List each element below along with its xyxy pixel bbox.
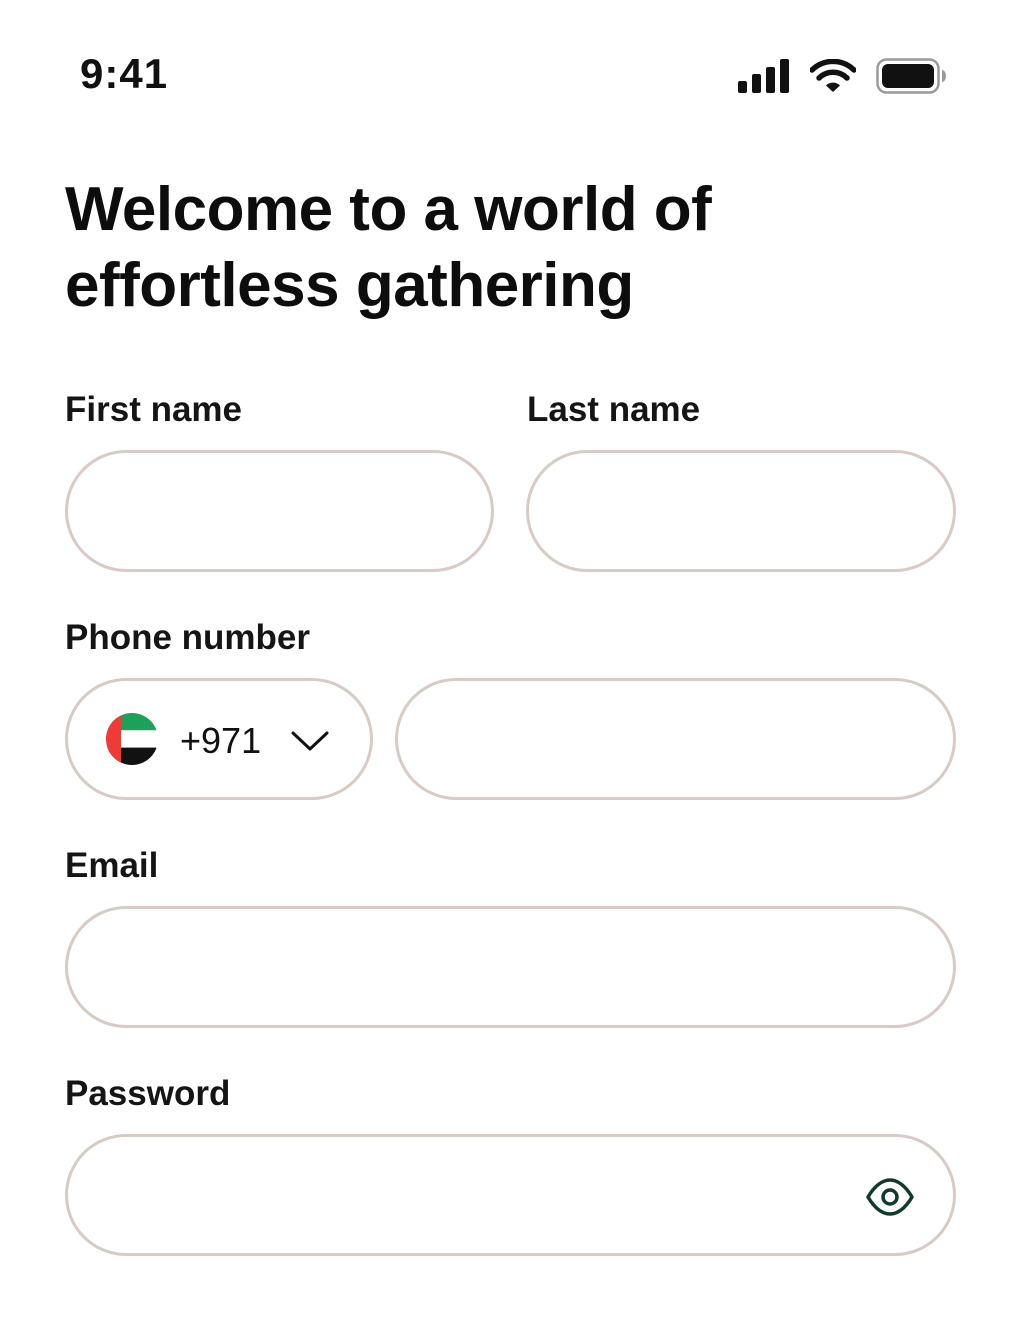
- last-name-input[interactable]: [569, 453, 913, 569]
- page-title: Welcome to a world of effortless gatheri…: [65, 175, 712, 320]
- wifi-icon: [810, 59, 856, 92]
- last-name-label: Last name: [527, 390, 701, 429]
- email-field[interactable]: [65, 906, 956, 1028]
- first-name-field[interactable]: [65, 450, 494, 572]
- email-label: Email: [65, 846, 159, 885]
- email-input[interactable]: [108, 909, 913, 1025]
- password-field[interactable]: [65, 1134, 956, 1256]
- first-name-input[interactable]: [108, 453, 451, 569]
- eye-icon[interactable]: [865, 1175, 915, 1219]
- chevron-down-icon: [291, 731, 329, 751]
- country-code-selector[interactable]: +971: [65, 678, 373, 800]
- first-name-label: First name: [65, 390, 242, 429]
- status-time: 9:41: [80, 50, 169, 97]
- battery-icon: [876, 58, 946, 94]
- status-icons: [738, 56, 946, 96]
- password-input[interactable]: [108, 1137, 843, 1253]
- password-label: Password: [65, 1074, 231, 1113]
- status-bar: 9:41: [0, 0, 1016, 120]
- country-code: +971: [180, 720, 262, 761]
- phone-number-input[interactable]: [438, 681, 913, 797]
- cellular-signal-icon: [738, 59, 789, 93]
- uae-flag-icon: [106, 713, 158, 765]
- last-name-field[interactable]: [526, 450, 956, 572]
- phone-number-field[interactable]: [395, 678, 956, 800]
- phone-number-label: Phone number: [65, 618, 311, 657]
